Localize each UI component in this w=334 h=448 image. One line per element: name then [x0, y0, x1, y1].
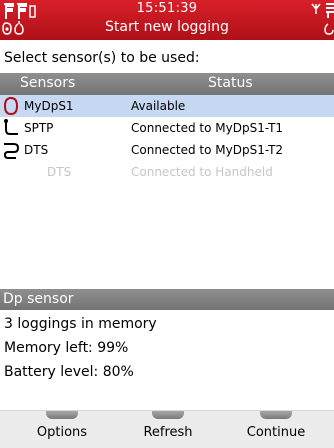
- detail-memory: Memory left: 99%: [4, 340, 129, 356]
- screen-title: Start new logging: [105, 19, 229, 35]
- sensor-table: MyDpS1 Available SPTP Connected to MyDpS…: [0, 95, 334, 285]
- sensor-row-dts-handheld: DTS Connected to Handheld: [0, 161, 334, 183]
- status-header: 15:51:39 Start new logging: [0, 0, 334, 40]
- options-button[interactable]: Options: [12, 411, 112, 448]
- refresh-button[interactable]: Refresh: [118, 411, 218, 448]
- column-header-sensors: Sensors: [20, 75, 76, 91]
- detail-loggings: 3 loggings in memory: [4, 316, 157, 332]
- sensor-row-dts[interactable]: DTS Connected to MyDpS1-T2: [0, 139, 334, 161]
- sensor-table-header: Sensors Status: [0, 73, 334, 95]
- continue-label: Continue: [246, 425, 306, 440]
- sensor-status: Available: [131, 99, 186, 113]
- softkey-tab: [46, 411, 78, 419]
- sensor-name: MyDpS1: [24, 99, 74, 113]
- status-icons-right: [310, 2, 334, 38]
- sensor-name: SPTP: [24, 121, 54, 135]
- softkey-tab: [152, 411, 184, 419]
- sensor-status: Connected to Handheld: [131, 165, 273, 179]
- select-prompt: Select sensor(s) to be used:: [4, 50, 200, 66]
- detail-battery: Battery level: 80%: [4, 364, 134, 380]
- antenna-icon: [311, 3, 334, 35]
- continue-button[interactable]: Continue: [226, 411, 326, 448]
- sensor-status: Connected to MyDpS1-T2: [131, 143, 284, 157]
- device-screen: 15:51:39 Start new logging Select sensor…: [0, 0, 334, 448]
- sensor-name: DTS: [47, 165, 72, 179]
- softkey-bar: Options Refresh Continue: [0, 410, 334, 448]
- refresh-label: Refresh: [143, 425, 193, 440]
- sensor-row-sptp[interactable]: SPTP Connected to MyDpS1-T1: [0, 117, 334, 139]
- clock-time: 15:51:39: [136, 1, 198, 16]
- probe-icon: [2, 118, 20, 138]
- details-header: Dp sensor: [0, 289, 334, 310]
- details-title: Dp sensor: [3, 291, 74, 307]
- softkey-tab: [260, 411, 292, 419]
- probe-icon: [2, 140, 20, 160]
- sensor-status: Connected to MyDpS1-T1: [131, 121, 284, 135]
- dp-sensor-icon: [2, 96, 20, 116]
- column-header-status: Status: [208, 75, 253, 91]
- sensor-row-mydps1[interactable]: MyDpS1 Available: [0, 95, 334, 117]
- sensor-name: DTS: [24, 143, 49, 157]
- options-label: Options: [36, 425, 88, 440]
